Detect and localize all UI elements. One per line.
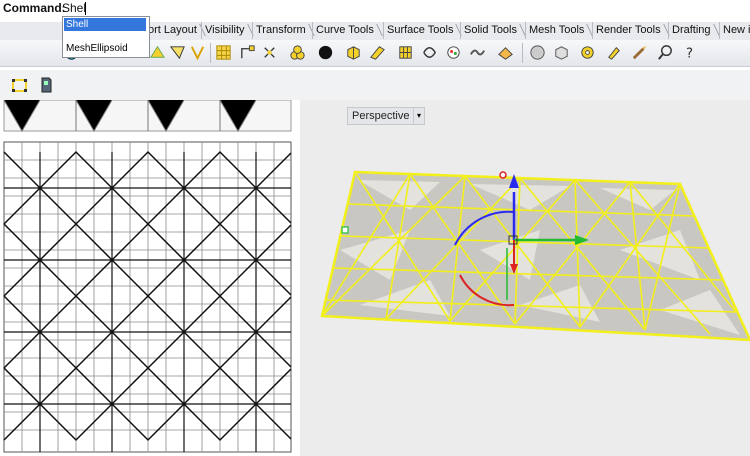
shell-icon[interactable] <box>148 43 167 62</box>
wedge-icon[interactable] <box>368 43 387 62</box>
grid-icon[interactable] <box>214 43 233 62</box>
perspective-scene <box>320 170 750 342</box>
dot-icon[interactable] <box>316 43 335 62</box>
lock-icon[interactable] <box>260 43 279 62</box>
tab-curve-tools[interactable]: Curve Tools <box>312 22 374 39</box>
toolbar-separator <box>522 43 523 63</box>
plate-icon[interactable] <box>396 43 415 62</box>
gumball-icon[interactable] <box>238 43 257 62</box>
block-icon[interactable] <box>36 75 56 95</box>
tab-new-in[interactable]: New i <box>719 22 750 39</box>
text-caret <box>85 2 86 15</box>
brush-icon[interactable] <box>630 43 649 62</box>
tab-drafting[interactable]: Drafting <box>668 22 711 39</box>
toolbar-separator <box>210 43 211 63</box>
zoom-icon[interactable] <box>656 43 675 62</box>
top-viewport[interactable] <box>0 100 292 456</box>
cube-icon[interactable] <box>344 43 363 62</box>
tab-solid-tools[interactable]: Solid Tools <box>460 22 517 39</box>
cone-icon[interactable] <box>168 43 187 62</box>
command-label: Command: <box>3 1 66 15</box>
sphere-gray-icon[interactable] <box>528 43 547 62</box>
help-icon[interactable]: ? <box>680 43 699 62</box>
command-input[interactable]: Shel <box>62 1 86 15</box>
select-points-icon[interactable] <box>10 75 30 95</box>
cone-yellow-icon[interactable] <box>496 43 515 62</box>
secondary-toolbar <box>0 70 750 100</box>
paint-icon[interactable] <box>604 43 623 62</box>
tab-visibility[interactable]: Visibility <box>201 22 245 39</box>
chain-icon[interactable] <box>444 43 463 62</box>
box-gray-icon[interactable] <box>552 43 571 62</box>
autocomplete-option-shell[interactable]: Shell <box>64 18 146 31</box>
gear-icon[interactable] <box>578 43 597 62</box>
tab-mesh-tools[interactable]: Mesh Tools <box>525 22 584 39</box>
snake-icon[interactable] <box>468 43 487 62</box>
tab-transform[interactable]: Transform <box>252 22 306 39</box>
solid-icon[interactable] <box>188 43 207 62</box>
tab-render-tools[interactable]: Render Tools <box>592 22 661 39</box>
tab-viewport-layout[interactable]: ort Layout <box>144 22 197 39</box>
group-icon[interactable] <box>420 43 439 62</box>
perspective-viewport[interactable]: Perspective ▾ <box>300 100 750 456</box>
autocomplete-option-meshellipsoid[interactable]: MeshEllipsoid <box>64 42 146 55</box>
tab-surface-tools[interactable]: Surface Tools <box>383 22 453 39</box>
command-autocomplete[interactable]: Shell MeshEllipsoid <box>62 16 150 58</box>
curve-icon[interactable] <box>288 43 307 62</box>
svg-text:?: ? <box>686 46 693 61</box>
